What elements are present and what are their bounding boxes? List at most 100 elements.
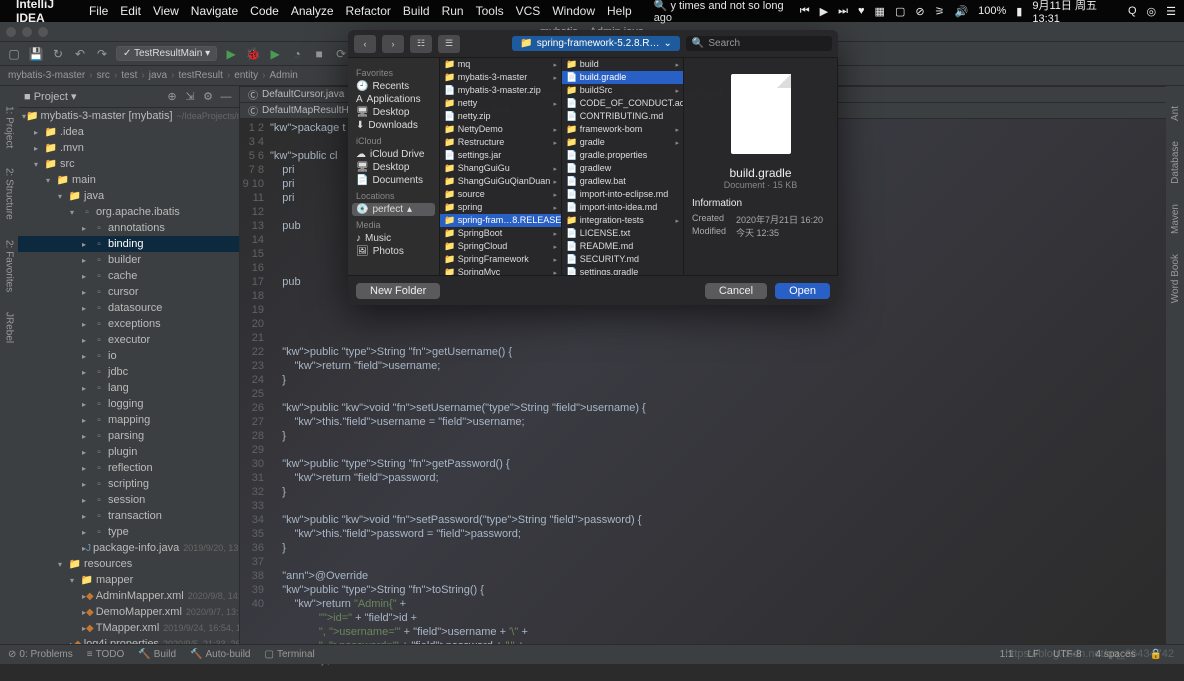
tree-row[interactable]: ▸Jpackage-info.java2019/9/20, 13:55, 822… [18, 540, 239, 556]
dlg-view-columns-icon[interactable]: ☷ [410, 35, 432, 53]
menu-vcs[interactable]: VCS [516, 4, 541, 18]
jrebel-icon[interactable]: ⟳ [333, 46, 349, 62]
gutter-tab-structure[interactable]: 2: Structure [4, 168, 15, 220]
zoom-window-icon[interactable] [38, 27, 48, 37]
dlg-file-row[interactable]: 📄 settings.gradle [562, 266, 683, 275]
coverage-icon[interactable]: ▶ [267, 46, 283, 62]
sb-build[interactable]: 🔨 Build [138, 649, 176, 660]
media-prev-icon[interactable]: ⏮ [800, 5, 810, 18]
tree-row[interactable]: ▸▫transaction [18, 508, 239, 524]
dlg-file-row[interactable]: 📁 build▸ [562, 58, 683, 71]
menu-run[interactable]: Run [442, 4, 464, 18]
crumb[interactable]: src [97, 70, 110, 81]
dlg-file-row[interactable]: 📁 ShangGuiGu▸ [440, 162, 561, 175]
profile-icon[interactable]: ◔ [289, 46, 305, 62]
dlg-file-row[interactable]: 📄 settings.jar [440, 149, 561, 162]
dlg-forward-button[interactable]: › [382, 35, 404, 53]
tree-row[interactable]: ▸▫plugin [18, 444, 239, 460]
tree-row[interactable]: ▸📁.mvn [18, 140, 239, 156]
dlg-file-row[interactable]: 📄 mybatis-3-master.zip [440, 84, 561, 97]
misc-icon[interactable]: ⊘ [915, 5, 924, 18]
menu-refactor[interactable]: Refactor [346, 4, 391, 18]
tree-row[interactable]: ▸◆DemoMapper.xml2020/9/7, 13:21, 2.31 kB… [18, 604, 239, 620]
status-google[interactable]: 🔍 y times and not so long ago [654, 0, 790, 24]
display-icon[interactable]: ▢ [895, 5, 905, 18]
tree-row[interactable]: ▾📁main [18, 172, 239, 188]
tree-row[interactable]: ▾📁mapper [18, 572, 239, 588]
dlg-file-row[interactable]: 📄 gradle.properties [562, 149, 683, 162]
tree-row[interactable]: ▸▫parsing [18, 428, 239, 444]
tree-row[interactable]: ▸▫builder [18, 252, 239, 268]
dlg-file-row[interactable]: 📁 NettyDemo▸ [440, 123, 561, 136]
tree-row[interactable]: ▸▫cache [18, 268, 239, 284]
menu-analyze[interactable]: Analyze [291, 4, 334, 18]
dlg-file-row[interactable]: 📄 gradlew [562, 162, 683, 175]
app-menu[interactable]: IntelliJ IDEA [16, 0, 79, 25]
close-window-icon[interactable] [6, 27, 16, 37]
dlg-sb-photos[interactable]: 🖼 Photos [352, 245, 435, 258]
expand-icon[interactable]: ⇲ [183, 90, 197, 103]
gutter-tab-project[interactable]: 1: Project [4, 106, 15, 148]
dlg-file-row[interactable]: 📁 SpringBoot▸ [440, 227, 561, 240]
refresh-icon[interactable]: ↻ [50, 46, 66, 62]
tree-row[interactable]: ▾▫org.apache.ibatis [18, 204, 239, 220]
dlg-file-row[interactable]: 📁 ShangGuiGuQianDuan▸ [440, 175, 561, 188]
dlg-column-2[interactable]: 📁 build▸📄 build.gradle📁 buildSrc▸📄 CODE_… [562, 58, 684, 275]
dlg-file-row[interactable]: 📁 SpringMvc▸ [440, 266, 561, 275]
dlg-file-row[interactable]: 📄 CONTRIBUTING.md [562, 110, 683, 123]
editor-tab[interactable]: ⒸDefaultCursor.java× [240, 87, 363, 102]
dlg-column-1[interactable]: 📁 mq▸📁 mybatis-3-master▸📄 mybatis-3-mast… [440, 58, 562, 275]
dlg-file-row[interactable]: 📄 SECURITY.md [562, 253, 683, 266]
locate-icon[interactable]: ⊕ [165, 90, 179, 103]
undo-icon[interactable]: ↶ [72, 46, 88, 62]
crumb[interactable]: java [149, 70, 167, 81]
hide-icon[interactable]: — [219, 91, 233, 103]
sb-todo[interactable]: ≡ TODO [87, 649, 125, 660]
dlg-file-row[interactable]: 📁 SpringFramework▸ [440, 253, 561, 266]
debug-icon[interactable]: 🐞 [245, 46, 261, 62]
dlg-view-list-icon[interactable]: ☰ [438, 35, 460, 53]
dlg-sb-recents[interactable]: 🕘 Recents [352, 80, 435, 93]
dlg-file-row[interactable]: 📁 mybatis-3-master▸ [440, 71, 561, 84]
dlg-file-row[interactable]: 📁 framework-bom▸ [562, 123, 683, 136]
project-tree[interactable]: ▾📁mybatis-3-master [mybatis] ~/IdeaProje… [18, 108, 239, 664]
gear-icon[interactable]: ⚙ [201, 90, 215, 103]
dlg-file-row[interactable]: 📄 gradlew.bat [562, 175, 683, 188]
menu-edit[interactable]: Edit [120, 4, 141, 18]
menu-view[interactable]: View [153, 4, 179, 18]
tree-row[interactable]: ▾📁src [18, 156, 239, 172]
dlg-file-row[interactable]: 📄 import-into-idea.md [562, 201, 683, 214]
redo-icon[interactable]: ↷ [94, 46, 110, 62]
menu-tools[interactable]: Tools [476, 4, 504, 18]
heart-icon[interactable]: ♥ [858, 5, 865, 17]
gutter-tab-wordbook[interactable]: Word Book [1170, 254, 1181, 303]
gutter-tab-jrebel[interactable]: JRebel [4, 312, 15, 343]
dlg-file-row[interactable]: 📁 source▸ [440, 188, 561, 201]
dlg-file-row[interactable]: 📁 integration-tests▸ [562, 214, 683, 227]
crumb[interactable]: mybatis-3-master [8, 70, 85, 81]
menu-code[interactable]: Code [250, 4, 279, 18]
stop-icon[interactable]: ■ [311, 46, 327, 62]
dlg-file-row[interactable]: 📁 spring▸ [440, 201, 561, 214]
project-panel-title[interactable]: ■ Project ▾ [24, 90, 161, 103]
tree-row[interactable]: ▸▫mapping [18, 412, 239, 428]
gutter-tab-database[interactable]: Database [1170, 141, 1181, 184]
gutter-tab-maven[interactable]: Maven [1170, 204, 1181, 234]
crumb[interactable]: test [121, 70, 137, 81]
tree-row[interactable]: ▾📁java [18, 188, 239, 204]
dlg-sb-desktop2[interactable]: 🖥 Desktop [352, 161, 435, 174]
tree-row[interactable]: ▾📁resources [18, 556, 239, 572]
notifications-icon[interactable]: ☰ [1166, 5, 1176, 18]
sb-terminal[interactable]: ▢ Terminal [265, 649, 315, 660]
tree-row[interactable]: ▸▫reflection [18, 460, 239, 476]
crumb[interactable]: Admin [270, 70, 298, 81]
tree-row[interactable]: ▸▫type [18, 524, 239, 540]
menu-help[interactable]: Help [607, 4, 632, 18]
tree-row[interactable]: ▸▫jdbc [18, 364, 239, 380]
dlg-open-button[interactable]: Open [775, 283, 830, 299]
dlg-sb-downloads[interactable]: ⬇ Downloads [352, 119, 435, 132]
siri-icon[interactable]: ◎ [1147, 5, 1157, 18]
dlg-sb-applications[interactable]: A Applications [352, 93, 435, 106]
tree-row[interactable]: ▸▫logging [18, 396, 239, 412]
menu-file[interactable]: File [89, 4, 108, 18]
